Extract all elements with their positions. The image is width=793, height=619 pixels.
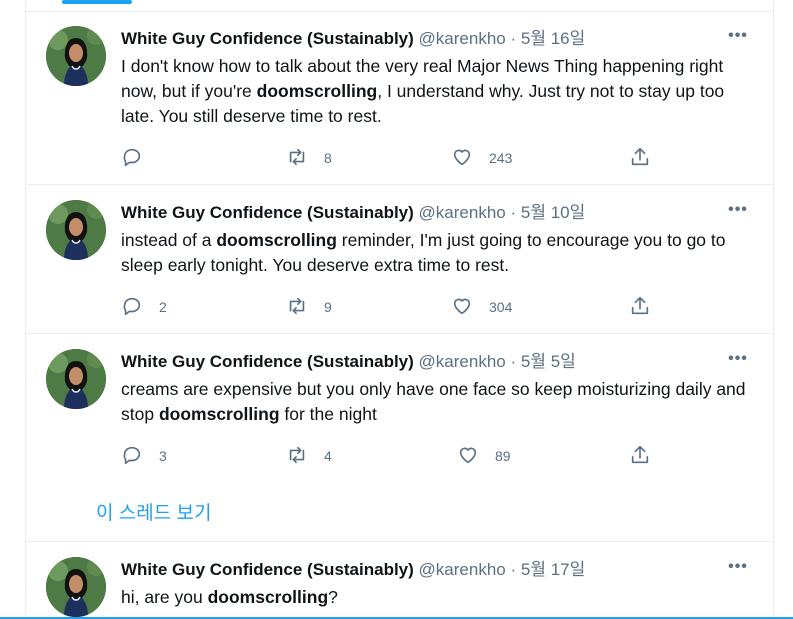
tweet[interactable]: White Guy Confidence (Sustainably) @kare… bbox=[26, 12, 773, 185]
heart-icon bbox=[457, 444, 479, 469]
separator-dot: · bbox=[510, 203, 517, 222]
retweet-icon bbox=[286, 146, 308, 171]
more-icon[interactable]: ••• bbox=[723, 202, 753, 224]
retweet-count: 4 bbox=[324, 448, 332, 464]
tweet-actions: 2 9 304 bbox=[121, 295, 661, 319]
retweet-count: 8 bbox=[324, 150, 332, 166]
tweet-text-segment: instead of a bbox=[121, 230, 217, 250]
tweet-text: hi, are you doomscrolling? bbox=[121, 585, 761, 610]
author-name[interactable]: White Guy Confidence (Sustainably) bbox=[121, 203, 414, 222]
timeline-column: White Guy Confidence (Sustainably) @kare… bbox=[25, 0, 774, 619]
heart-icon bbox=[451, 295, 473, 320]
retweet-button[interactable]: 4 bbox=[286, 444, 332, 468]
share-icon bbox=[629, 444, 651, 469]
separator-dot: · bbox=[510, 29, 517, 48]
share-icon bbox=[629, 295, 651, 320]
author-handle[interactable]: @karenkho bbox=[419, 203, 506, 222]
reply-count: 2 bbox=[159, 299, 167, 315]
reply-button[interactable] bbox=[121, 146, 159, 170]
active-tab-indicator bbox=[62, 0, 132, 4]
tweet-text: I don't know how to talk about the very … bbox=[121, 54, 761, 129]
tweet-date[interactable]: 5월 5일 bbox=[521, 352, 576, 371]
tweet[interactable]: White Guy Confidence (Sustainably) @kare… bbox=[26, 543, 773, 619]
author-handle[interactable]: @karenkho bbox=[419, 29, 506, 48]
more-icon[interactable]: ••• bbox=[723, 559, 753, 581]
tweet-text-segment: ? bbox=[328, 587, 338, 607]
author-name[interactable]: White Guy Confidence (Sustainably) bbox=[121, 352, 414, 371]
highlighted-keyword: doomscrolling bbox=[216, 230, 337, 250]
author-name[interactable]: White Guy Confidence (Sustainably) bbox=[121, 29, 414, 48]
share-button[interactable] bbox=[629, 146, 651, 170]
tweet-date[interactable]: 5월 17일 bbox=[521, 560, 585, 579]
retweet-icon bbox=[286, 295, 308, 320]
tweet-date[interactable]: 5월 10일 bbox=[521, 203, 585, 222]
tweet-header: White Guy Confidence (Sustainably) @kare… bbox=[121, 202, 753, 224]
highlighted-keyword: doomscrolling bbox=[207, 587, 329, 607]
share-button[interactable] bbox=[629, 295, 651, 319]
separator-dot: · bbox=[510, 352, 517, 371]
author-handle[interactable]: @karenkho bbox=[419, 560, 506, 579]
reply-icon bbox=[121, 146, 143, 171]
more-icon[interactable]: ••• bbox=[723, 28, 753, 50]
reply-button[interactable]: 3 bbox=[121, 444, 167, 468]
share-button[interactable] bbox=[629, 444, 651, 468]
tweet-header: White Guy Confidence (Sustainably) @kare… bbox=[121, 559, 753, 581]
highlighted-keyword: doomscrolling bbox=[158, 404, 280, 424]
tweet-text: instead of a doomscrolling reminder, I'm… bbox=[121, 228, 761, 278]
author-name[interactable]: White Guy Confidence (Sustainably) bbox=[121, 560, 414, 579]
avatar[interactable] bbox=[46, 349, 106, 409]
avatar[interactable] bbox=[46, 200, 106, 260]
avatar[interactable] bbox=[46, 557, 106, 617]
tweet-text-segment: for the night bbox=[279, 404, 377, 424]
tweet-date[interactable]: 5월 16일 bbox=[521, 29, 585, 48]
like-count: 89 bbox=[495, 448, 511, 464]
tweet-actions: 3 4 89 bbox=[121, 444, 661, 468]
reply-count: 3 bbox=[159, 448, 167, 464]
author-handle[interactable]: @karenkho bbox=[419, 352, 506, 371]
reply-icon bbox=[121, 444, 143, 469]
heart-icon bbox=[451, 146, 473, 171]
retweet-button[interactable]: 8 bbox=[286, 146, 332, 170]
tweet-header: White Guy Confidence (Sustainably) @kare… bbox=[121, 351, 753, 373]
retweet-count: 9 bbox=[324, 299, 332, 315]
tweet-header: White Guy Confidence (Sustainably) @kare… bbox=[121, 28, 753, 50]
share-icon bbox=[629, 146, 651, 171]
like-button[interactable]: 89 bbox=[457, 444, 511, 468]
show-thread-link[interactable]: 이 스레드 보기 bbox=[96, 498, 211, 525]
tweet[interactable]: White Guy Confidence (Sustainably) @kare… bbox=[26, 186, 773, 334]
separator-dot: · bbox=[510, 560, 517, 579]
like-count: 304 bbox=[489, 299, 513, 315]
retweet-icon bbox=[286, 444, 308, 469]
avatar[interactable] bbox=[46, 26, 106, 86]
like-button[interactable]: 304 bbox=[451, 295, 512, 319]
like-button[interactable]: 243 bbox=[451, 146, 512, 170]
retweet-button[interactable]: 9 bbox=[286, 295, 332, 319]
highlighted-keyword: doomscrolling bbox=[256, 81, 378, 101]
tweet-actions: 8 243 bbox=[121, 146, 661, 170]
reply-icon bbox=[121, 295, 143, 320]
like-count: 243 bbox=[489, 150, 513, 166]
more-icon[interactable]: ••• bbox=[723, 351, 753, 373]
tweet-text: creams are expensive but you only have o… bbox=[121, 377, 761, 427]
tweet-text-segment: hi, are you bbox=[121, 587, 208, 607]
reply-button[interactable]: 2 bbox=[121, 295, 167, 319]
